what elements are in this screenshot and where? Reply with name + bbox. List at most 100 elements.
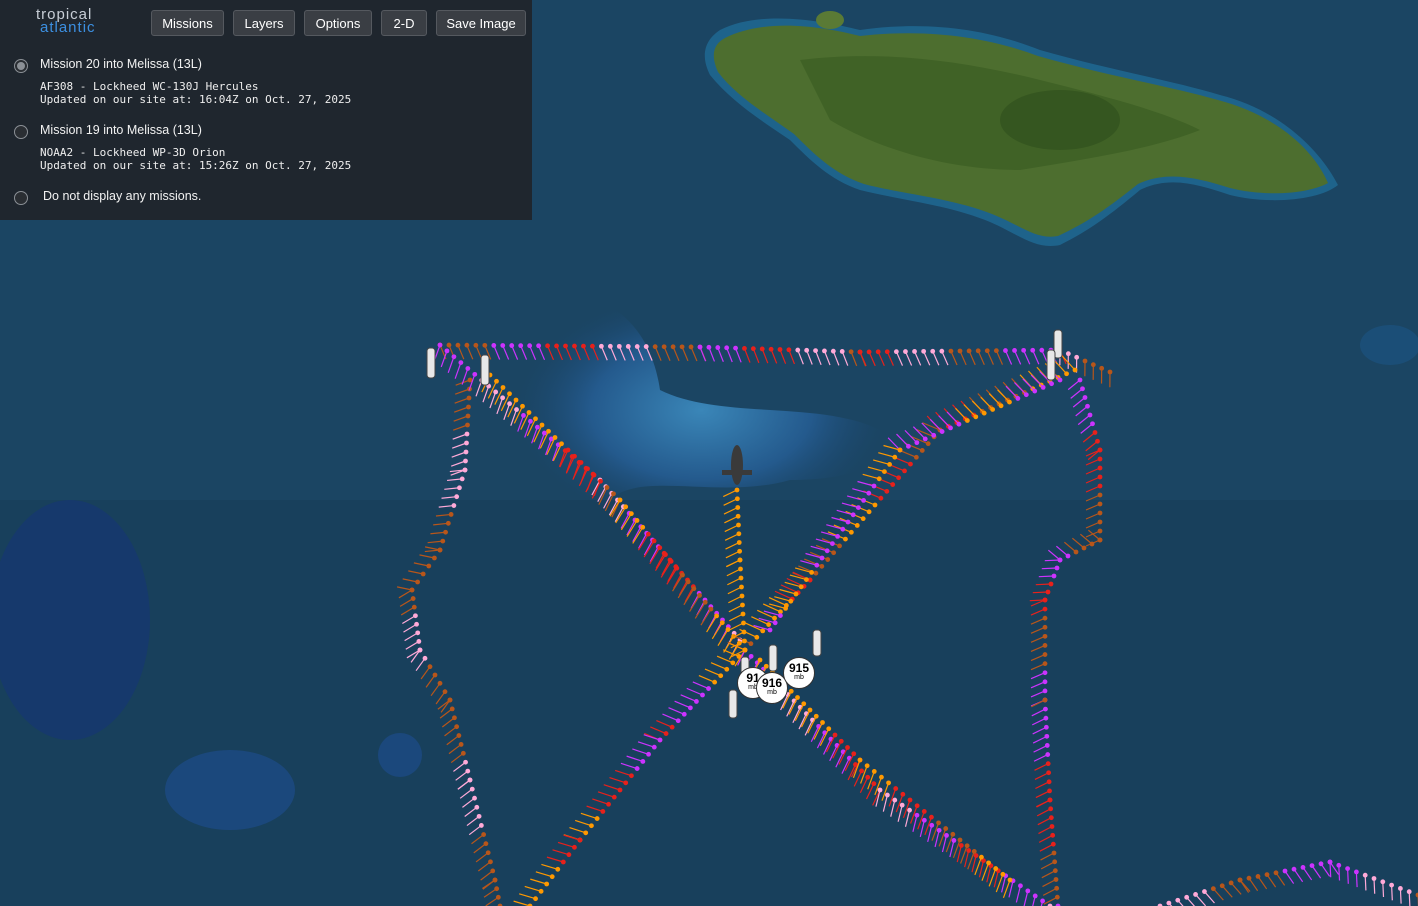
flight-observation-point [1042, 633, 1048, 639]
flight-observation-point [1398, 886, 1403, 891]
flight-observation-point [786, 347, 792, 353]
flight-observation-point [741, 620, 746, 626]
flight-observation-point [899, 802, 905, 808]
flight-observation-point [634, 766, 640, 771]
flight-observation-point [777, 347, 783, 352]
flight-observation-point [838, 738, 844, 744]
flight-observation-point [411, 604, 417, 610]
flight-observation-point [1054, 885, 1060, 891]
flight-observation-point [861, 498, 866, 503]
dropsonde-icon [480, 354, 490, 386]
view-2d-button[interactable]: 2-D [381, 10, 427, 36]
flight-observation-point [845, 745, 850, 750]
flight-observation-point [903, 349, 908, 354]
flight-observation-point [921, 817, 927, 823]
flight-observation-point [830, 541, 835, 546]
flight-observation-point [708, 606, 714, 612]
flight-observation-point [443, 529, 448, 535]
flight-observation-point [1202, 889, 1207, 894]
flight-observation-point [507, 391, 512, 397]
flight-observation-point [893, 786, 899, 791]
flight-observation-point [819, 555, 825, 561]
flight-observation-point [670, 344, 676, 350]
flight-observation-point [866, 349, 872, 355]
flight-observation-point [1046, 770, 1052, 776]
flight-observation-point [1049, 824, 1055, 829]
flight-observation-point [663, 731, 669, 736]
flight-observation-point [1042, 615, 1048, 621]
missions-button[interactable]: Missions [151, 10, 224, 36]
no-mission-radio[interactable] [14, 191, 28, 205]
flight-observation-point [864, 763, 870, 769]
flight-observation-point [1054, 565, 1060, 571]
flight-observation-point [669, 724, 675, 730]
flight-observation-point [598, 478, 603, 484]
flight-observation-point [606, 801, 611, 807]
flight-observation-point [1097, 510, 1103, 516]
flight-observation-point [482, 342, 488, 348]
flight-observation-point [1300, 865, 1306, 870]
flight-observation-point [919, 448, 925, 453]
flight-observation-point [533, 896, 538, 902]
flight-observation-point [1051, 573, 1057, 579]
flight-observation-point [913, 454, 919, 460]
flight-observation-point [432, 672, 438, 678]
layers-button[interactable]: Layers [233, 10, 295, 36]
flight-observation-point [871, 781, 877, 787]
flight-observation-point [740, 602, 745, 608]
flight-observation-point [1406, 889, 1412, 895]
tropical-atlantic-logo[interactable]: tropical atlantic [36, 7, 96, 35]
options-button[interactable]: Options [304, 10, 372, 36]
flight-observation-point [772, 615, 777, 621]
flight-observation-point [877, 787, 883, 793]
flight-observation-point [1018, 883, 1023, 889]
flight-observation-point [1007, 877, 1013, 883]
flight-observation-point [1021, 347, 1027, 353]
flight-observation-point [1389, 882, 1394, 888]
flight-observation-point [415, 579, 420, 585]
flight-observation-point [465, 768, 471, 774]
flight-observation-point [757, 657, 763, 663]
flight-observation-point [663, 552, 668, 557]
pressure-value: 915 [788, 661, 810, 675]
flight-observation-point [539, 422, 545, 428]
flight-observation-point [410, 596, 416, 601]
flight-observation-point [1090, 421, 1095, 427]
flight-observation-point [485, 850, 491, 856]
pressure-marker[interactable]: 915 mb [783, 657, 815, 689]
flight-observation-point [795, 695, 800, 700]
flight-observation-point [939, 348, 945, 354]
flight-observation-point [739, 593, 745, 599]
flight-observation-point [1193, 892, 1198, 897]
flight-observation-point [973, 414, 979, 420]
flight-observation-point [521, 413, 526, 418]
flight-observation-point [1043, 724, 1049, 730]
flight-observation-point [768, 346, 774, 352]
mission-19-radio[interactable] [14, 125, 28, 139]
flight-observation-point [1255, 874, 1261, 879]
flight-observation-point [488, 859, 493, 865]
flight-observation-point [848, 349, 854, 355]
flight-observation-point [735, 513, 741, 519]
flight-observation-point [831, 550, 837, 556]
flight-observation-point [1042, 606, 1048, 612]
save-image-button[interactable]: Save Image [436, 10, 526, 36]
flight-observation-point [957, 837, 963, 843]
flight-observation-point [742, 638, 747, 644]
flight-observation-point [850, 512, 856, 518]
flight-observation-point [740, 611, 746, 617]
flight-observation-point [824, 548, 830, 554]
flight-observation-point [1042, 624, 1048, 630]
bank-patch [165, 750, 295, 830]
flight-observation-point [929, 822, 935, 828]
flight-observation-point [554, 343, 559, 349]
mission-20-radio[interactable] [14, 59, 28, 73]
flight-observation-point [1074, 354, 1080, 360]
flight-observation-point [1210, 886, 1216, 892]
flight-observation-point [921, 809, 927, 814]
flight-observation-point [481, 832, 487, 837]
flight-observation-point [1051, 850, 1057, 856]
flight-observation-point [736, 522, 741, 528]
flight-observation-point [583, 830, 589, 836]
flight-observation-point [1097, 456, 1103, 462]
